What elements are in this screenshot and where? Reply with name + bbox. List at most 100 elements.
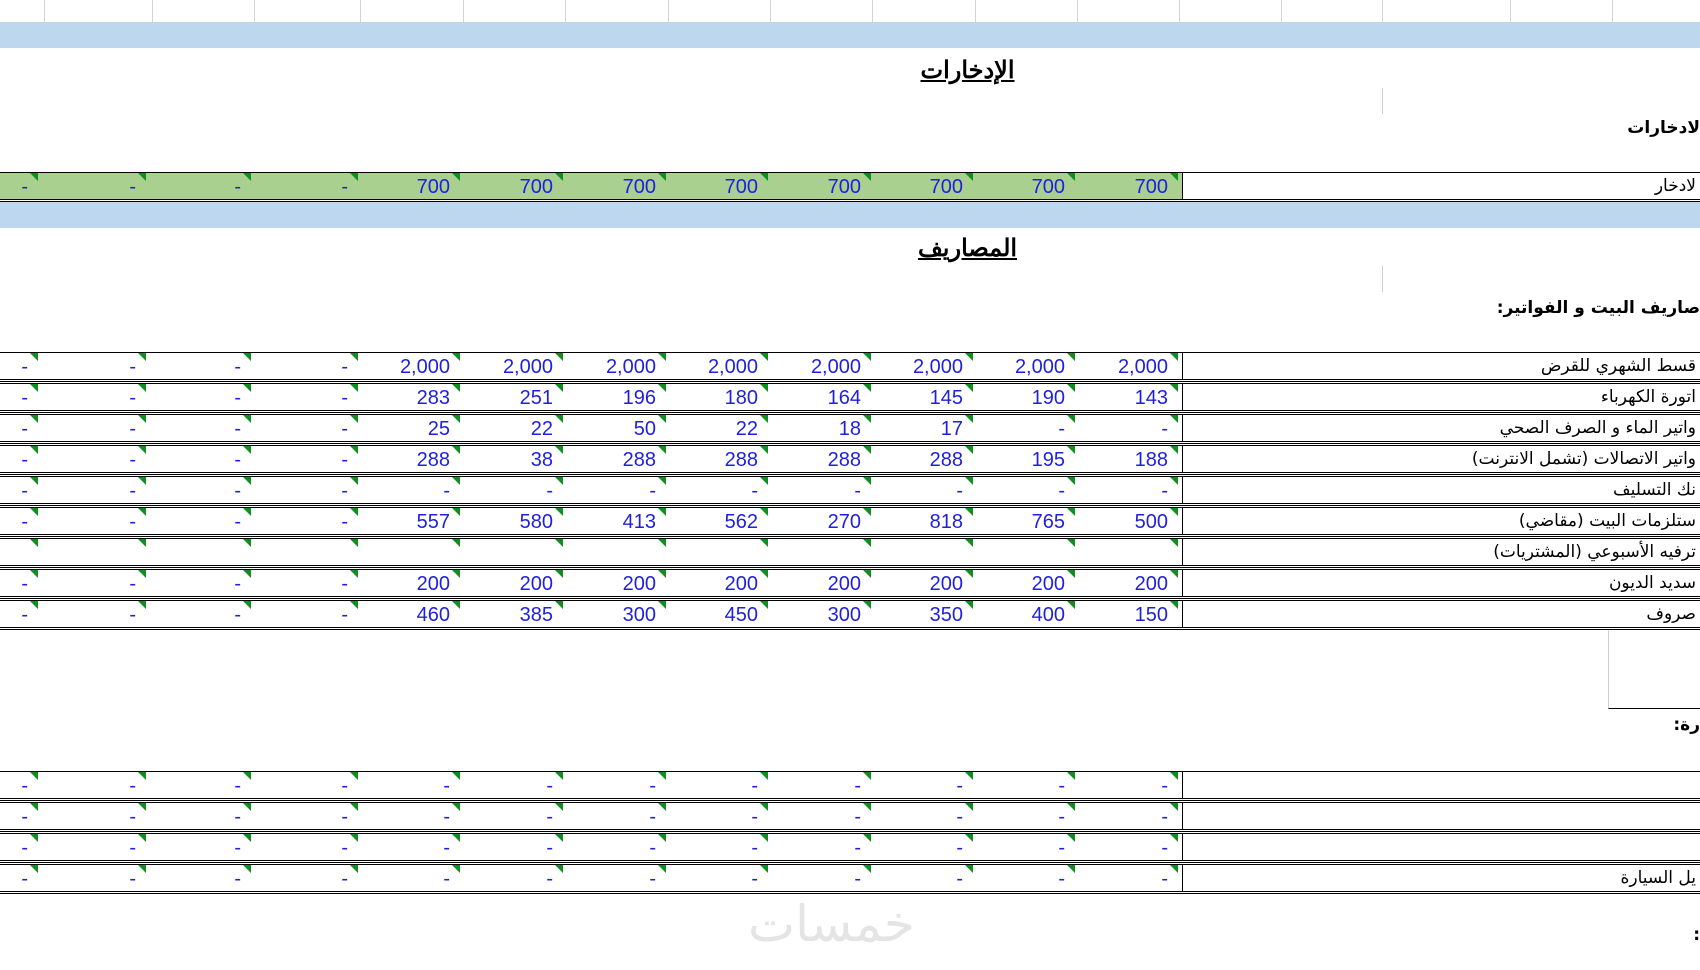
cell-value[interactable]: 765 (975, 508, 1077, 534)
cell-value[interactable]: 288 (360, 446, 462, 472)
cell-value[interactable]: - (254, 353, 360, 379)
cell-value[interactable]: - (668, 865, 770, 891)
cell-value[interactable]: 196 (565, 384, 668, 410)
cell-value[interactable]: - (872, 477, 975, 503)
cell-value[interactable]: 700 (975, 173, 1077, 199)
cell-value[interactable]: - (254, 173, 360, 199)
cell-value[interactable]: - (254, 477, 360, 503)
cell-value[interactable]: - (152, 834, 253, 860)
cell-value[interactable]: 200 (770, 570, 873, 596)
cell-value[interactable]: 2,000 (668, 353, 770, 379)
cell-value[interactable]: - (254, 415, 360, 441)
cell-value[interactable]: - (770, 865, 873, 891)
cell-value[interactable]: - (872, 834, 975, 860)
cell-value[interactable]: - (0, 353, 40, 379)
cell-value[interactable]: - (1077, 477, 1180, 503)
cell-value[interactable]: - (463, 803, 565, 829)
cell-value[interactable]: 700 (565, 173, 668, 199)
cell-value[interactable]: - (0, 865, 40, 891)
car-row[interactable]: ------------ (0, 771, 1700, 801)
cell-value[interactable]: - (360, 772, 462, 798)
cell-value[interactable]: - (44, 834, 148, 860)
cell-value[interactable]: - (152, 415, 253, 441)
cell-value[interactable]: - (565, 834, 668, 860)
cell-value[interactable]: - (0, 570, 40, 596)
cell-value[interactable]: - (44, 772, 148, 798)
cell-value[interactable]: 2,000 (770, 353, 873, 379)
cell-value[interactable]: 200 (360, 570, 462, 596)
cell-value[interactable] (152, 539, 253, 565)
cell-value[interactable]: 2,000 (463, 353, 565, 379)
cell-value[interactable]: 700 (668, 173, 770, 199)
cell-value[interactable]: - (44, 173, 148, 199)
cell-value[interactable]: - (0, 803, 40, 829)
cell-value[interactable]: 188 (1077, 446, 1180, 472)
cell-value[interactable]: - (872, 803, 975, 829)
cell-value[interactable]: 700 (1077, 173, 1180, 199)
cell-value[interactable]: 700 (872, 173, 975, 199)
cell-value[interactable]: - (254, 834, 360, 860)
cell-value[interactable]: - (0, 508, 40, 534)
cell-value[interactable]: 413 (565, 508, 668, 534)
cell-value[interactable]: 350 (872, 601, 975, 627)
cell-value[interactable]: - (254, 384, 360, 410)
cell-value[interactable]: - (44, 803, 148, 829)
cell-value[interactable]: - (0, 384, 40, 410)
cell-value[interactable]: - (360, 834, 462, 860)
cell-value[interactable]: 818 (872, 508, 975, 534)
cell-value[interactable]: 143 (1077, 384, 1180, 410)
cell-value[interactable]: - (975, 772, 1077, 798)
cell-value[interactable]: 50 (565, 415, 668, 441)
cell-value[interactable]: - (152, 173, 253, 199)
cell-value[interactable]: 150 (1077, 601, 1180, 627)
cell-value[interactable]: 300 (770, 601, 873, 627)
cell-value[interactable]: - (565, 477, 668, 503)
cell-value[interactable]: - (770, 772, 873, 798)
cell-value[interactable]: - (1077, 772, 1180, 798)
cell-value[interactable] (463, 539, 565, 565)
cell-value[interactable]: 300 (565, 601, 668, 627)
cell-value[interactable]: 22 (668, 415, 770, 441)
cell-value[interactable]: - (254, 803, 360, 829)
cell-value[interactable]: - (152, 508, 253, 534)
cell-value[interactable]: 195 (975, 446, 1077, 472)
cell-value[interactable] (1077, 539, 1180, 565)
cell-value[interactable]: 200 (565, 570, 668, 596)
cell-value[interactable]: 145 (872, 384, 975, 410)
cell-value[interactable]: 200 (872, 570, 975, 596)
cell-value[interactable]: - (1077, 834, 1180, 860)
expense-row[interactable]: سديد الديون - - - -200 200 200 200 200 200 200 200 (0, 569, 1700, 599)
cell-value[interactable]: - (0, 477, 40, 503)
cell-value[interactable]: - (152, 570, 253, 596)
cell-value[interactable]: - (44, 508, 148, 534)
cell-value[interactable]: - (152, 353, 253, 379)
cell-value[interactable]: 288 (770, 446, 873, 472)
cell-value[interactable]: - (565, 803, 668, 829)
cell-value[interactable]: 557 (360, 508, 462, 534)
cell-value[interactable]: 18 (770, 415, 873, 441)
cell-value[interactable]: - (152, 865, 253, 891)
cell-value[interactable]: - (463, 772, 565, 798)
cell-value[interactable]: 288 (872, 446, 975, 472)
cell-value[interactable]: - (1077, 865, 1180, 891)
cell-value[interactable] (254, 539, 360, 565)
cell-value[interactable]: 270 (770, 508, 873, 534)
cell-value[interactable]: 450 (668, 601, 770, 627)
cell-value[interactable]: 200 (668, 570, 770, 596)
cell-value[interactable]: 283 (360, 384, 462, 410)
cell-value[interactable]: 562 (668, 508, 770, 534)
cell-value[interactable]: - (975, 865, 1077, 891)
cell-value[interactable]: 164 (770, 384, 873, 410)
expense-row[interactable]: ستلزمات البيت (مقاضي) - - - -557 580 413 562 270… (0, 507, 1700, 537)
cell-value[interactable]: - (0, 834, 40, 860)
cell-value[interactable]: 200 (463, 570, 565, 596)
cell-value[interactable]: 700 (360, 173, 462, 199)
cell-value[interactable]: - (463, 865, 565, 891)
cell-value[interactable]: - (975, 803, 1077, 829)
cell-value[interactable] (360, 539, 462, 565)
cell-value[interactable]: 2,000 (565, 353, 668, 379)
cell-value[interactable]: 190 (975, 384, 1077, 410)
expense-row[interactable]: واتير الاتصالات (تشمل الانترنت) - - - -288 38… (0, 445, 1700, 475)
cell-value[interactable]: - (463, 477, 565, 503)
cell-value[interactable]: 400 (975, 601, 1077, 627)
